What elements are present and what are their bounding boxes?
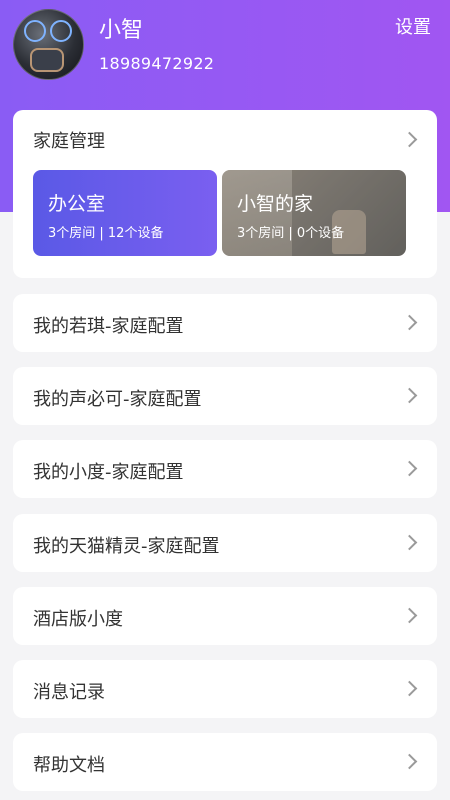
menu-item-label: 我的小度-家庭配置 bbox=[33, 462, 184, 483]
menu-item-label: 帮助文档 bbox=[33, 755, 105, 776]
family-management-title[interactable]: 家庭管理 bbox=[33, 127, 105, 153]
menu-item-help-docs[interactable]: 帮助文档 bbox=[13, 733, 437, 791]
menu-item-label: 酒店版小度 bbox=[33, 609, 123, 630]
user-name: 小智 bbox=[99, 18, 144, 43]
user-phone: 18989472922 bbox=[99, 54, 215, 73]
menu-item-label: 我的若琪-家庭配置 bbox=[33, 316, 184, 337]
menu-item-label: 我的声必可-家庭配置 bbox=[33, 389, 202, 410]
menu-item-ruoqi[interactable]: 我的若琪-家庭配置 bbox=[13, 294, 437, 352]
user-avatar[interactable] bbox=[13, 9, 84, 80]
family-management-card: 家庭管理 办公室 3个房间 | 12个设备 小智的家 3个房间 | 0个设备 bbox=[13, 110, 437, 278]
settings-button[interactable]: 设置 bbox=[395, 13, 431, 39]
menu-item-messages[interactable]: 消息记录 bbox=[13, 660, 437, 718]
menu-item-tmall-genie[interactable]: 我的天猫精灵-家庭配置 bbox=[13, 514, 437, 572]
avatar-watch-graphic bbox=[30, 48, 64, 72]
chevron-right-icon bbox=[401, 753, 418, 770]
chevron-right-icon[interactable] bbox=[401, 131, 418, 148]
avatar-gauge-graphic bbox=[50, 20, 72, 42]
chevron-right-icon bbox=[401, 607, 418, 624]
menu-item-hotel-xiaodu[interactable]: 酒店版小度 bbox=[13, 587, 437, 645]
chevron-right-icon bbox=[401, 534, 418, 551]
chevron-right-icon bbox=[401, 680, 418, 697]
profile-page: 小智 18989472922 设置 家庭管理 办公室 3个房间 | 12个设备 … bbox=[0, 0, 450, 800]
home-name: 办公室 bbox=[48, 193, 106, 215]
home-tile-office[interactable]: 办公室 3个房间 | 12个设备 bbox=[33, 170, 217, 256]
menu-item-shengbike[interactable]: 我的声必可-家庭配置 bbox=[13, 367, 437, 425]
home-meta: 3个房间 | 12个设备 bbox=[48, 226, 164, 241]
menu-item-label: 消息记录 bbox=[33, 682, 105, 703]
chevron-right-icon bbox=[401, 314, 418, 331]
home-meta: 3个房间 | 0个设备 bbox=[237, 226, 345, 241]
menu-item-xiaodu[interactable]: 我的小度-家庭配置 bbox=[13, 440, 437, 498]
chevron-right-icon bbox=[401, 387, 418, 404]
chevron-right-icon bbox=[401, 460, 418, 477]
avatar-gauge-graphic bbox=[24, 20, 46, 42]
menu-item-label: 我的天猫精灵-家庭配置 bbox=[33, 536, 220, 557]
home-tile-xiaozhi[interactable]: 小智的家 3个房间 | 0个设备 bbox=[222, 170, 406, 256]
home-name: 小智的家 bbox=[237, 193, 314, 215]
